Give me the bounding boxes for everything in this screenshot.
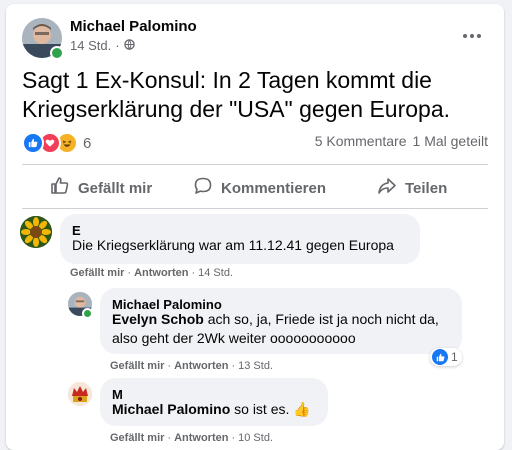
- comment-button[interactable]: Kommentieren: [193, 170, 326, 206]
- reply-actions: Gefällt mir · Antworten · 10 Std.: [110, 432, 273, 444]
- share-button[interactable]: Teilen: [377, 170, 447, 206]
- globe-icon: [123, 38, 135, 53]
- reply-text: Michael Palomino so ist es. 👍: [112, 400, 322, 419]
- more-options-icon[interactable]: [454, 24, 490, 48]
- like-button[interactable]: Gefällt mir: [50, 170, 152, 206]
- reply-reply-link[interactable]: Antworten: [174, 432, 228, 444]
- reply-time[interactable]: 10 Std.: [238, 432, 273, 444]
- reply-time[interactable]: 13 Std.: [238, 360, 273, 372]
- comment-icon: [193, 176, 213, 200]
- like-icon: [22, 132, 44, 154]
- reply-like-link[interactable]: Gefällt mir: [110, 432, 164, 444]
- post-meta: 14 Std. ·: [70, 38, 135, 53]
- shares-count[interactable]: 1 Mal geteilt: [413, 133, 488, 149]
- post-time[interactable]: 14 Std.: [70, 38, 111, 53]
- comments-count[interactable]: 5 Kommentare: [315, 133, 407, 149]
- reply-like-badge[interactable]: 1: [430, 348, 462, 366]
- thumbs-up-icon: [50, 176, 70, 200]
- thumbs-up-emoji: 👍: [293, 401, 311, 417]
- like-icon: [432, 349, 448, 365]
- online-status-dot: [82, 308, 93, 319]
- post-card: Michael Palomino 14 Std. · Sagt 1 Ex-Kon…: [6, 4, 504, 450]
- post-author-name[interactable]: Michael Palomino: [70, 18, 197, 35]
- divider-bottom: [22, 208, 488, 209]
- commenter-avatar[interactable]: [20, 216, 52, 248]
- comment-time[interactable]: 14 Std.: [198, 267, 233, 279]
- comment-text: Die Kriegserklärung war am 11.12.41 gege…: [72, 237, 394, 253]
- comment-button-label: Kommentieren: [221, 179, 327, 197]
- comment-reply-link[interactable]: Antworten: [134, 267, 188, 279]
- reply-reply-link[interactable]: Antworten: [174, 360, 228, 372]
- post-text: Sagt 1 Ex-Konsul: In 2 Tagen kommt die K…: [22, 67, 451, 122]
- reactions-summary[interactable]: 6: [22, 132, 91, 154]
- reply-body: so ist es.: [234, 401, 290, 417]
- reply-like-link[interactable]: Gefällt mir: [110, 360, 164, 372]
- reaction-count[interactable]: 6: [83, 135, 91, 152]
- reply-avatar[interactable]: [68, 382, 92, 406]
- reply-actions: Gefällt mir · Antworten · 13 Std.: [110, 360, 273, 372]
- comment-actions: Gefällt mir · Antworten · 14 Std.: [70, 267, 233, 279]
- share-button-label: Teilen: [405, 179, 448, 197]
- reply-text: Evelyn Schob ach so, ja, Friede ist ja n…: [112, 310, 454, 348]
- online-status-dot: [50, 46, 64, 60]
- share-icon: [377, 176, 397, 200]
- reply-mention[interactable]: Evelyn Schob: [112, 311, 204, 327]
- like-button-label: Gefällt mir: [78, 179, 153, 197]
- reply-like-count: 1: [451, 350, 458, 364]
- divider-top: [22, 164, 488, 165]
- reply-mention[interactable]: Michael Palomino: [112, 401, 230, 417]
- post-stats: 5 Kommentare 1 Mal geteilt: [315, 133, 488, 149]
- comment-like-link[interactable]: Gefällt mir: [70, 267, 124, 279]
